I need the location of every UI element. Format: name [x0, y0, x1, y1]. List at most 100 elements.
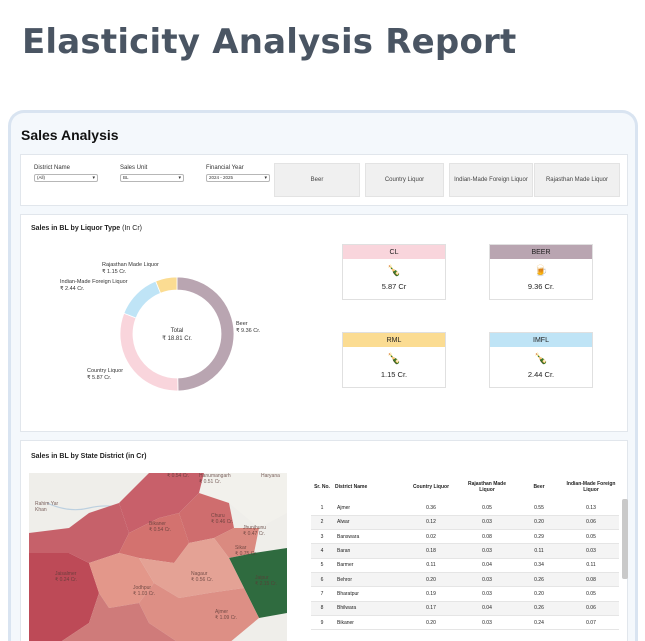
chevron-down-icon: ▾	[178, 175, 181, 181]
table-cell: Bharatpur	[333, 586, 403, 602]
cl-card-header: CL	[343, 245, 445, 259]
map-label-haryana: Haryana	[261, 473, 280, 479]
table-row[interactable]: 9 Bikaner 0.20 0.03 0.24 0.07	[311, 615, 619, 631]
table-cell: 0.34	[515, 558, 563, 573]
map-label-churu: Churu ₹ 0.46 Cr.	[211, 513, 234, 525]
table-cell: 0.08	[459, 529, 515, 545]
col-beer[interactable]: Beer	[515, 479, 563, 501]
district-select[interactable]: (All) ▾	[34, 174, 98, 182]
financial-year-select[interactable]: 2024 - 2025 ▾	[206, 174, 270, 182]
table-cell: 0.04	[459, 558, 515, 573]
beer-card: BEER 🍺 9.36 Cr.	[489, 244, 593, 300]
rml-card-header: RML	[343, 333, 445, 347]
table-cell: 0.03	[459, 515, 515, 531]
rml-card-value: 1.15 Cr.	[380, 370, 408, 379]
table-cell: 0.55	[515, 501, 563, 516]
table-row[interactable]: 4 Baran 0.18 0.03 0.11 0.03	[311, 543, 619, 559]
table-cell: 0.18	[403, 543, 459, 559]
cl-slice-label: Country Liquor ₹ 5.87 Cr.	[87, 368, 124, 381]
table-cell: 2	[311, 515, 333, 531]
table-scrollbar[interactable]	[622, 499, 628, 579]
table-cell: Bhilwara	[333, 601, 403, 616]
rml-button[interactable]: Rajasthan Made Liquor	[534, 163, 620, 197]
table-cell: 0.26	[515, 601, 563, 616]
map-label-sikar: Sikar ₹ 0.75 Cr.	[235, 545, 258, 557]
sales-unit-filter-label: Sales Unit	[120, 165, 148, 171]
cl-slice[interactable]	[119, 312, 179, 392]
map-label-jhunjhunu: Jhunjhunu ₹ 0.47 Cr.	[243, 525, 267, 537]
table-cell: 9	[311, 615, 333, 631]
report-title: Sales Analysis	[21, 127, 119, 143]
table-cell: 0.26	[515, 572, 563, 588]
liquor-donut-chart: Total ₹ 18.81 Cr.	[119, 276, 235, 392]
table-cell: 0.03	[563, 543, 619, 559]
table-cell: 0.19	[403, 586, 459, 602]
table-cell: 0.11	[515, 543, 563, 559]
map-label-jodhpur: Jodhpur ₹ 1.03 Cr.	[133, 585, 156, 597]
table-cell: 0.06	[563, 515, 619, 531]
beer-card-header: BEER	[490, 245, 592, 259]
donut-center-label: Total	[171, 328, 184, 334]
map-label-jaisalmer: Jaisalmer ₹ 0.24 Cr.	[55, 571, 78, 583]
sales-unit-select[interactable]: BL ▾	[120, 174, 184, 182]
table-cell: 0.05	[459, 501, 515, 516]
map-label-bikaner: Bikaner ₹ 0.54 Cr.	[149, 521, 172, 533]
table-row[interactable]: 5 Barmer 0.11 0.04 0.34 0.11	[311, 558, 619, 573]
table-cell: 0.08	[563, 572, 619, 588]
beer-mug-icon: 🍺	[534, 265, 548, 277]
table-cell: 0.11	[403, 558, 459, 573]
beer-button[interactable]: Beer	[274, 163, 360, 197]
beer-slice-label: Beer ₹ 9.36 Cr.	[236, 321, 261, 334]
report-frame: Sales Analysis District Name (All) ▾ Sale…	[8, 110, 638, 641]
table-cell: 3	[311, 529, 333, 545]
table-cell: 0.36	[403, 501, 459, 516]
table-cell: 1	[311, 501, 333, 516]
table-cell: Behror	[333, 572, 403, 588]
table-row[interactable]: 8 Bhilwara 0.17 0.04 0.26 0.06	[311, 601, 619, 616]
table-cell: 0.20	[515, 515, 563, 531]
cl-card-value: 5.87 Cr	[381, 282, 407, 291]
page-title: Elasticity Analysis Report	[22, 22, 517, 62]
table-cell: 0.17	[403, 601, 459, 616]
liquor-type-panel: Sales in BL by Liquor Type (In Cr) Total…	[20, 214, 628, 432]
chevron-down-icon: ▾	[92, 175, 95, 181]
table-cell: Alwar	[333, 515, 403, 531]
col-rml[interactable]: Rajasthan Made Liquor	[459, 479, 515, 501]
table-cell: 0.03	[459, 543, 515, 559]
table-cell: 0.12	[403, 515, 459, 531]
imfl-slice[interactable]	[123, 280, 162, 319]
imfl-button[interactable]: Indian-Made Foreign Liquor	[449, 163, 533, 197]
country-liquor-button[interactable]: Country Liquor	[365, 163, 444, 197]
table-cell: Barmer	[333, 558, 403, 573]
table-cell: 0.06	[563, 601, 619, 616]
map-label-ajmer: Ajmer ₹ 1.09 Cr.	[215, 609, 238, 621]
table-row[interactable]: 3 Banswara 0.02 0.08 0.29 0.05	[311, 529, 619, 545]
table-cell: 0.20	[403, 615, 459, 631]
table-cell: 0.11	[563, 558, 619, 573]
col-district-name[interactable]: District Name	[333, 479, 403, 501]
imfl-slice-label: Indian-Made Foreign Liquor ₹ 2.44 Cr.	[60, 279, 128, 292]
district-filter: District Name (All) ▾	[34, 165, 98, 182]
table-cell: 0.03	[459, 572, 515, 588]
table-row[interactable]: 2 Alwar 0.12 0.03 0.20 0.06	[311, 515, 619, 531]
imfl-card-header: IMFL	[490, 333, 592, 347]
table-cell: 6	[311, 572, 333, 588]
table-cell: 0.20	[403, 572, 459, 588]
table-row[interactable]: 7 Bharatpur 0.19 0.03 0.20 0.05	[311, 586, 619, 602]
beer-slice[interactable]	[176, 276, 235, 392]
table-cell: 0.05	[563, 586, 619, 602]
financial-year-filter: Financial Year 2024 - 2025 ▾	[206, 165, 270, 182]
col-sr-no[interactable]: Sr. No.	[311, 479, 333, 501]
table-row[interactable]: 6 Behror 0.20 0.03 0.26 0.08	[311, 572, 619, 588]
table-cell: 4	[311, 543, 333, 559]
col-imfl[interactable]: Indian-Made Foreign Liquor	[563, 479, 619, 501]
beer-card-value: 9.36 Cr.	[527, 282, 555, 291]
district-panel: Sales in BL by State District (in Cr) Ra…	[20, 440, 628, 641]
table-row[interactable]: 1 Ajmer 0.36 0.05 0.55 0.13	[311, 501, 619, 516]
map-label-nagaur: Nagaur ₹ 0.56 Cr.	[191, 571, 214, 583]
district-map[interactable]: Rahim Yar Khan Haryana Bikaner ₹ 0.54 Cr.…	[29, 473, 287, 641]
col-country-liquor[interactable]: Country Liquor	[403, 479, 459, 501]
bottle-icon: 🍾	[387, 265, 401, 277]
district-filter-label: District Name	[34, 165, 71, 171]
table-cell: Ajmer	[333, 501, 403, 516]
